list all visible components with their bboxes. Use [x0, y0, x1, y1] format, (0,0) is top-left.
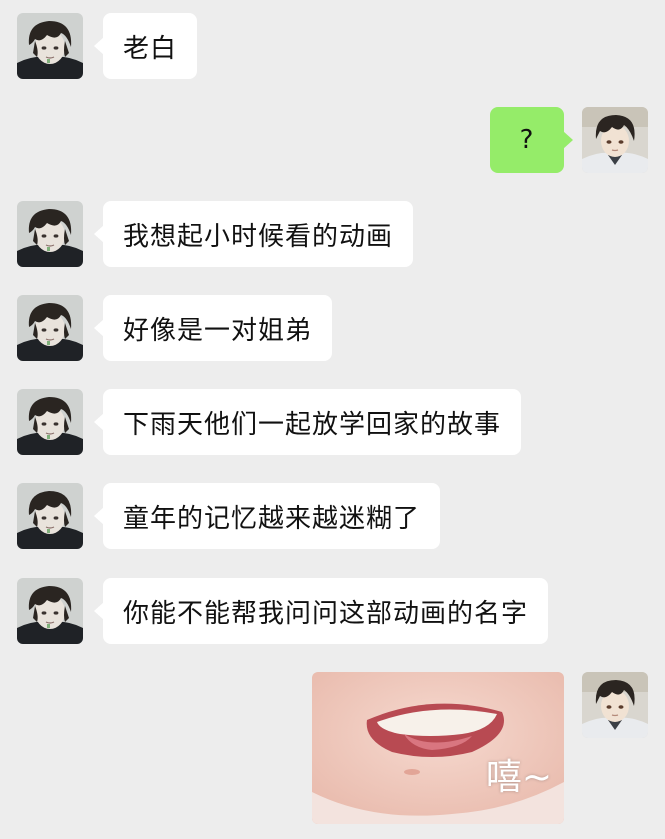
message-text: 童年的记忆越来越迷糊了	[123, 503, 421, 534]
message-bubble-incoming[interactable]: 你能不能帮我问问这部动画的名字	[93, 578, 549, 644]
message-bubble-outgoing[interactable]: ?	[490, 107, 573, 173]
message-bubble-incoming[interactable]: 我想起小时候看的动画	[93, 201, 414, 267]
contact-avatar[interactable]	[17, 389, 83, 455]
message-bubble-incoming[interactable]: 好像是一对姐弟	[93, 295, 333, 361]
message-text: 我想起小时候看的动画	[123, 221, 394, 252]
my-avatar[interactable]	[582, 107, 648, 173]
message-text: ?	[519, 125, 535, 155]
contact-avatar[interactable]	[17, 13, 83, 79]
sticker-caption: 嘻~	[485, 757, 552, 798]
message-bubble-incoming[interactable]: 老白	[93, 13, 198, 79]
contact-avatar[interactable]	[17, 295, 83, 361]
my-avatar[interactable]	[582, 672, 648, 738]
message-text: 下雨天他们一起放学回家的故事	[123, 409, 502, 440]
contact-avatar[interactable]	[17, 483, 83, 549]
contact-avatar[interactable]	[17, 578, 83, 644]
sticker-image[interactable]: 嘻~	[312, 672, 564, 824]
message-text: 你能不能帮我问问这部动画的名字	[123, 598, 529, 629]
message-text: 好像是一对姐弟	[123, 315, 313, 346]
contact-avatar[interactable]	[17, 201, 83, 267]
message-text: 老白	[123, 33, 178, 64]
message-bubble-incoming[interactable]: 童年的记忆越来越迷糊了	[93, 483, 441, 549]
message-bubble-incoming[interactable]: 下雨天他们一起放学回家的故事	[93, 389, 522, 455]
